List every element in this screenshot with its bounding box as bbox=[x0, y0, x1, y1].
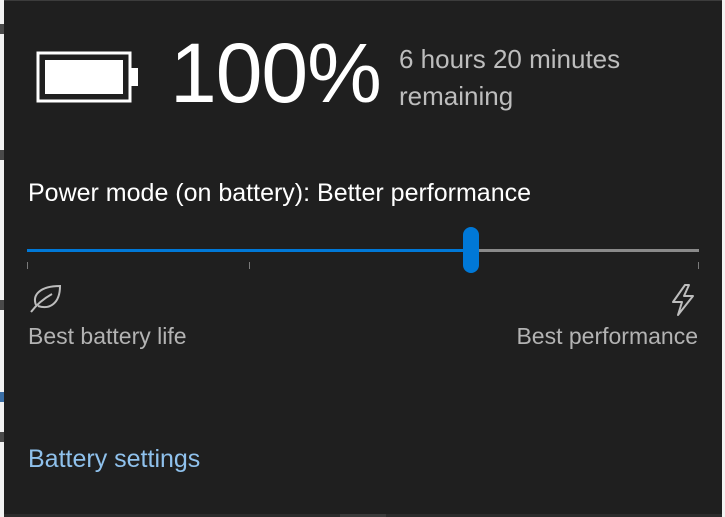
slider-tick-mark bbox=[248, 262, 250, 269]
slider-thumb[interactable] bbox=[462, 227, 479, 273]
power-mode-label: Power mode (on battery): Better performa… bbox=[28, 179, 532, 207]
lightning-bolt-icon bbox=[668, 283, 698, 322]
battery-full-icon bbox=[36, 51, 144, 110]
slider-fill bbox=[27, 249, 471, 252]
slider-tick-mark bbox=[27, 262, 28, 269]
best-battery-life-label: Best battery life bbox=[28, 323, 187, 349]
best-performance-label: Best performance bbox=[516, 323, 698, 349]
battery-flyout: 100% 6 hours 20 minutes remaining Power … bbox=[4, 0, 722, 514]
battery-percentage: 100% bbox=[170, 26, 382, 120]
slider-tick-mark bbox=[698, 262, 699, 269]
battery-time-remaining: 6 hours 20 minutes remaining bbox=[399, 44, 621, 111]
battery-settings-link[interactable]: Battery settings bbox=[28, 445, 200, 474]
leaf-icon bbox=[28, 283, 64, 320]
power-mode-slider[interactable] bbox=[27, 225, 699, 273]
